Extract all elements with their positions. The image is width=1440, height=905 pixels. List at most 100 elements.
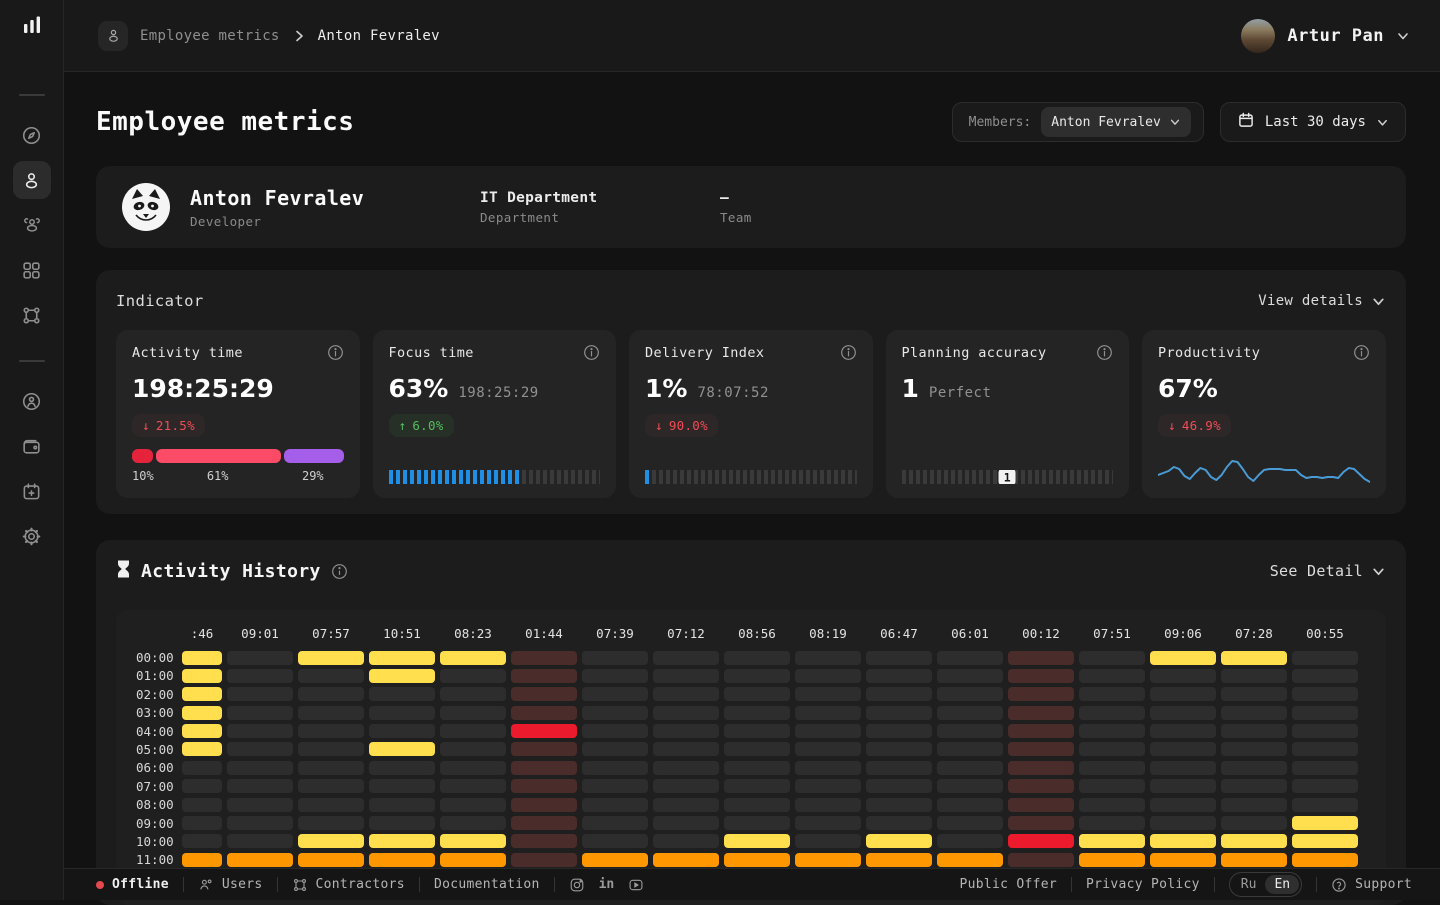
heatmap-cell[interactable] <box>1079 651 1145 665</box>
heatmap-cell[interactable] <box>582 834 648 848</box>
footer-link-documentation[interactable]: Documentation <box>434 877 540 892</box>
heatmap-cell[interactable] <box>653 834 719 848</box>
heatmap-cell[interactable] <box>298 761 364 775</box>
footer-link-privacy-policy[interactable]: Privacy Policy <box>1086 877 1200 892</box>
info-icon[interactable] <box>1096 344 1113 361</box>
heatmap-cell[interactable] <box>369 834 435 848</box>
breadcrumb-section[interactable]: Employee metrics <box>140 28 280 44</box>
heatmap-cell[interactable] <box>795 687 861 701</box>
footer-link-support[interactable]: Support <box>1331 877 1412 893</box>
heatmap-cell[interactable] <box>582 651 648 665</box>
heatmap-cell[interactable] <box>182 687 222 701</box>
heatmap-cell[interactable] <box>653 724 719 738</box>
heatmap-cell[interactable] <box>1292 651 1358 665</box>
heatmap-cell[interactable] <box>1008 761 1074 775</box>
heatmap-cell[interactable] <box>795 798 861 812</box>
heatmap-cell[interactable] <box>724 761 790 775</box>
heatmap-cell[interactable] <box>866 853 932 867</box>
heatmap-cell[interactable] <box>298 816 364 830</box>
heatmap-cell[interactable] <box>937 687 1003 701</box>
heatmap-cell[interactable] <box>227 761 293 775</box>
heatmap-cell[interactable] <box>795 853 861 867</box>
heatmap-cell[interactable] <box>866 742 932 756</box>
sidebar-item-apps[interactable] <box>13 251 51 289</box>
heatmap-cell[interactable] <box>1292 798 1358 812</box>
heatmap-cell[interactable] <box>866 724 932 738</box>
heatmap-cell[interactable] <box>298 779 364 793</box>
heatmap-cell[interactable] <box>369 798 435 812</box>
heatmap-cell[interactable] <box>298 742 364 756</box>
heatmap-cell[interactable] <box>1079 724 1145 738</box>
heatmap-cell[interactable] <box>440 742 506 756</box>
heatmap-cell[interactable] <box>937 779 1003 793</box>
heatmap-cell[interactable] <box>182 706 222 720</box>
heatmap-cell[interactable] <box>1292 761 1358 775</box>
heatmap-cell[interactable] <box>440 834 506 848</box>
heatmap-cell[interactable] <box>937 651 1003 665</box>
info-icon[interactable] <box>583 344 600 361</box>
heatmap-cell[interactable] <box>795 779 861 793</box>
heatmap-cell[interactable] <box>298 724 364 738</box>
sidebar-item-admin[interactable] <box>13 382 51 420</box>
heatmap-cell[interactable] <box>511 834 577 848</box>
heatmap-cell[interactable] <box>369 706 435 720</box>
heatmap-cell[interactable] <box>227 834 293 848</box>
heatmap-cell[interactable] <box>1079 798 1145 812</box>
heatmap-cell[interactable] <box>440 687 506 701</box>
sidebar-item-calendar[interactable] <box>13 472 51 510</box>
heatmap-cell[interactable] <box>182 834 222 848</box>
heatmap-cell[interactable] <box>937 742 1003 756</box>
heatmap-cell[interactable] <box>440 651 506 665</box>
heatmap-cell[interactable] <box>866 816 932 830</box>
heatmap-cell[interactable] <box>1150 779 1216 793</box>
heatmap-cell[interactable] <box>1079 816 1145 830</box>
heatmap-cell[interactable] <box>1079 687 1145 701</box>
heatmap-cell[interactable] <box>182 742 222 756</box>
heatmap-cell[interactable] <box>1079 761 1145 775</box>
heatmap-cell[interactable] <box>795 724 861 738</box>
heatmap-cell[interactable] <box>1221 651 1287 665</box>
app-logo-icon[interactable] <box>21 14 43 40</box>
heatmap-cell[interactable] <box>653 816 719 830</box>
sidebar-item-projects[interactable] <box>13 296 51 334</box>
heatmap-cell[interactable] <box>1150 706 1216 720</box>
heatmap-cell[interactable] <box>653 651 719 665</box>
heatmap-cell[interactable] <box>724 706 790 720</box>
heatmap-cell[interactable] <box>866 687 932 701</box>
heatmap-cell[interactable] <box>1292 834 1358 848</box>
heatmap-cell[interactable] <box>1150 742 1216 756</box>
heatmap-cell[interactable] <box>511 742 577 756</box>
heatmap-cell[interactable] <box>369 687 435 701</box>
heatmap-cell[interactable] <box>1008 706 1074 720</box>
heatmap-cell[interactable] <box>227 651 293 665</box>
heatmap-cell[interactable] <box>298 651 364 665</box>
heatmap-cell[interactable] <box>724 798 790 812</box>
heatmap-cell[interactable] <box>866 706 932 720</box>
instagram-icon[interactable] <box>569 877 585 893</box>
heatmap-cell[interactable] <box>866 798 932 812</box>
heatmap-cell[interactable] <box>227 687 293 701</box>
heatmap-cell[interactable] <box>369 761 435 775</box>
heatmap-cell[interactable] <box>866 779 932 793</box>
heatmap-cell[interactable] <box>1221 669 1287 683</box>
heatmap-cell[interactable] <box>653 798 719 812</box>
heatmap-cell[interactable] <box>1221 742 1287 756</box>
heatmap-cell[interactable] <box>653 706 719 720</box>
youtube-icon[interactable] <box>628 877 644 893</box>
info-icon[interactable] <box>327 344 344 361</box>
heatmap-cell[interactable] <box>937 669 1003 683</box>
heatmap-cell[interactable] <box>795 816 861 830</box>
heatmap-cell[interactable] <box>1008 651 1074 665</box>
heatmap-cell[interactable] <box>582 761 648 775</box>
heatmap-cell[interactable] <box>653 761 719 775</box>
heatmap-cell[interactable] <box>1079 853 1145 867</box>
heatmap-cell[interactable] <box>1221 834 1287 848</box>
heatmap-cell[interactable] <box>298 706 364 720</box>
heatmap-cell[interactable] <box>369 651 435 665</box>
heatmap-cell[interactable] <box>440 761 506 775</box>
heatmap-cell[interactable] <box>440 779 506 793</box>
heatmap-cell[interactable] <box>511 669 577 683</box>
heatmap-cell[interactable] <box>582 724 648 738</box>
heatmap-cell[interactable] <box>724 779 790 793</box>
heatmap-cell[interactable] <box>724 853 790 867</box>
